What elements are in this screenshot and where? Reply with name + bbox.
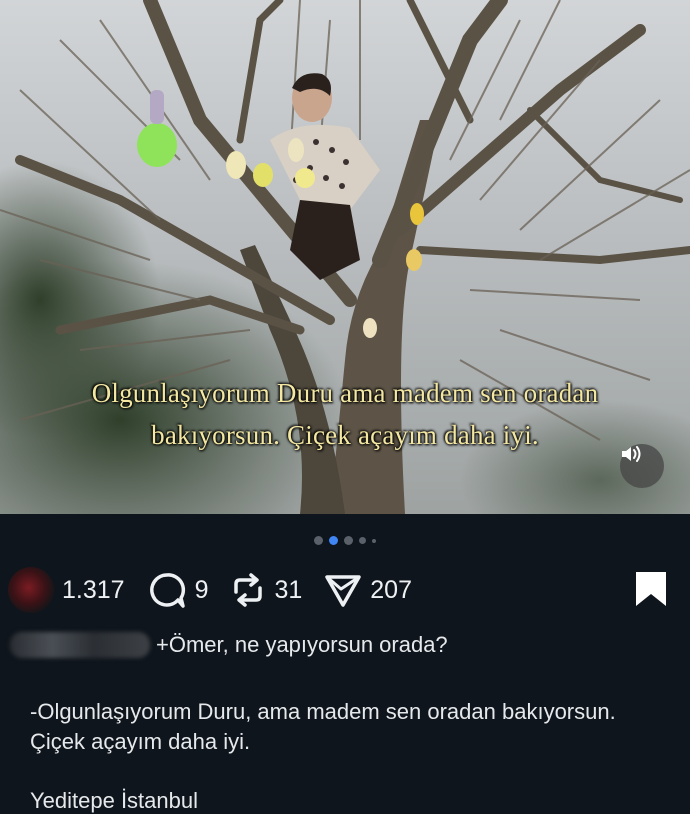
heart-icon <box>8 567 54 613</box>
video-subtitle-line-1: Olgunlaşıyorum Duru ama madem sen oradan <box>91 378 599 408</box>
post-location[interactable]: Yeditepe İstanbul <box>30 788 198 814</box>
post-media[interactable]: Olgunlaşıyorum Duru ama madem sen oradan… <box>0 0 690 514</box>
share-count: 207 <box>370 575 412 604</box>
sound-toggle-button[interactable] <box>620 444 664 488</box>
send-icon <box>325 575 362 607</box>
username-redacted[interactable] <box>10 632 150 658</box>
speaker-icon <box>622 446 641 462</box>
share-button[interactable]: 207 <box>324 571 412 609</box>
like-button[interactable]: 1.317 <box>8 567 125 613</box>
comment-count: 9 <box>194 575 209 604</box>
caption-text: +Ömer, ne yapıyorsun orada? <box>156 632 448 657</box>
like-count: 1.317 <box>62 575 125 604</box>
comment-icon <box>149 573 185 608</box>
carousel-dot <box>359 537 366 544</box>
carousel-dot <box>372 538 376 543</box>
post-caption: +Ömer, ne yapıyorsun orada? <box>10 632 448 658</box>
repost-icon <box>234 573 263 607</box>
carousel-dot <box>344 536 353 545</box>
video-subtitle-line-2: bakıyorsun. Çiçek açayım daha iyi. <box>151 420 539 450</box>
repost-button[interactable]: 31 <box>230 572 302 608</box>
bookmark-icon <box>636 572 666 606</box>
action-bar: 1.317 9 31 207 <box>8 567 668 613</box>
comment-button[interactable]: 9 <box>147 570 209 610</box>
carousel-indicator <box>0 536 690 545</box>
post-body-text: -Olgunlaşıyorum Duru, ama madem sen orad… <box>30 699 616 754</box>
bookmark-button[interactable] <box>634 570 668 613</box>
carousel-dot <box>314 536 323 545</box>
carousel-dot-active <box>329 536 338 545</box>
repost-count: 31 <box>274 575 303 604</box>
